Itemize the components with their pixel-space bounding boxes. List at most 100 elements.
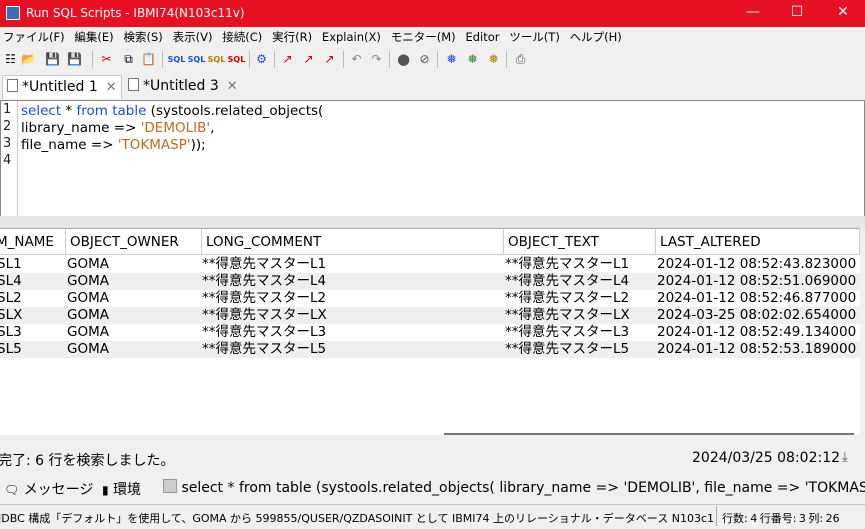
tab-statement[interactable]: select * from table (systools.related_ob… [163, 479, 865, 496]
table-cell: **得意先マスターL4 [202, 273, 327, 289]
column-header[interactable]: OBJECT_TEXT [504, 229, 656, 255]
tab-untitled-3[interactable]: *Untitled 3 ✕ [124, 75, 242, 98]
table-cell: 2024-01-12 08:52:49.134000 [657, 324, 857, 340]
script-tabs: *Untitled 1 ✕ *Untitled 3 ✕ [0, 73, 865, 100]
document-icon [128, 78, 139, 91]
toolbar-separator [162, 51, 163, 68]
table-cell: GOMA [67, 256, 109, 272]
table-cell: SL2 [0, 290, 22, 306]
column-header[interactable]: OBJECT_OWNER [66, 229, 202, 255]
menu-connection[interactable]: 接続(C) [219, 27, 265, 47]
monitor-start-icon[interactable]: ❅ [443, 51, 460, 68]
table-cell: 2024-01-12 08:52:46.877000 [657, 290, 857, 306]
status-row: 完了: 6 行を検索しました。 2024/03/25 08:02:12 ⤓ [0, 448, 865, 470]
run-selected-sql-icon[interactable]: SQL [207, 51, 226, 68]
toolbar-separator [92, 51, 93, 68]
connection-icon[interactable]: ⚙ [253, 51, 270, 68]
results-grid[interactable]: M_NAME OBJECT_OWNER LONG_COMMENT OBJECT_… [0, 228, 860, 435]
tab-untitled-1[interactable]: *Untitled 1 ✕ [2, 75, 122, 99]
monitor-pause-icon[interactable]: ❅ [464, 51, 481, 68]
table-row[interactable]: SL1 GOMA **得意先マスターL1 **得意先マスターL1 2024-01… [0, 256, 860, 273]
table-cell: SL4 [0, 273, 22, 289]
table-cell: **得意先マスターL2 [202, 290, 327, 306]
table-cell: **得意先マスターL4 [505, 273, 630, 289]
menu-view[interactable]: 表示(V) [170, 27, 216, 47]
cancel-icon[interactable]: ⊘ [416, 51, 433, 68]
table-cell: SL1 [0, 256, 22, 272]
download-icon[interactable]: ⤓ [842, 450, 848, 465]
horizontal-scrollbar[interactable] [444, 433, 854, 435]
close-window-button[interactable]: ✕ [821, 0, 865, 27]
menu-explain[interactable]: Explain(X) [319, 27, 384, 47]
code-text: library_name => [21, 120, 141, 136]
run-from-selected-sql-icon[interactable]: SQL [187, 51, 206, 68]
tab-environment[interactable]: ▮ 環境 [102, 479, 141, 499]
print-icon[interactable]: ⎙ [512, 51, 529, 68]
connection-status-bar: JDBC 構成「デフォルト」を使用して、GOMA から 599855/QUSER… [0, 504, 865, 529]
table-row[interactable]: SL5 GOMA **得意先マスターL5 **得意先マスターL5 2024-01… [0, 341, 860, 358]
menu-editor[interactable]: Editor [462, 27, 502, 47]
table-cell: GOMA [67, 290, 109, 306]
pane-splitter[interactable] [0, 216, 865, 228]
save-icon[interactable]: 💾 [44, 51, 61, 68]
tab-messages[interactable]: 🗨 メッセージ [4, 479, 93, 499]
column-header[interactable]: LONG_COMMENT [202, 229, 504, 255]
sql-editor[interactable]: 1 2 3 4 select * from table (systools.re… [0, 100, 865, 217]
new-file-icon[interactable]: ☷ [2, 51, 19, 68]
save-as-icon[interactable]: 💾 [66, 51, 83, 68]
menu-file[interactable]: ファイル(F) [0, 27, 68, 47]
menu-search[interactable]: 検索(S) [121, 27, 166, 47]
explain-run-icon[interactable]: ↗ [300, 51, 317, 68]
connection-info: JDBC 構成「デフォルト」を使用して、GOMA から 599855/QUSER… [0, 512, 714, 525]
record-icon[interactable]: ● [395, 51, 412, 68]
close-tab-icon[interactable]: ✕ [106, 80, 117, 95]
menu-tools[interactable]: ツール(T) [506, 27, 563, 47]
table-cell: **得意先マスターL3 [202, 324, 327, 340]
copy-icon[interactable]: ⧉ [120, 51, 137, 68]
table-cell: **得意先マスターL5 [505, 341, 630, 357]
menu-help[interactable]: ヘルプ(H) [567, 27, 625, 47]
document-icon [7, 79, 18, 92]
line-number-gutter: 1 2 3 4 [1, 101, 18, 216]
sql-keyword: select [21, 103, 62, 119]
cut-icon[interactable]: ✂ [98, 51, 115, 68]
status-message: 完了: 6 行を検索しました。 [0, 453, 175, 469]
toolbar-separator [343, 51, 344, 68]
undo-icon[interactable]: ↶ [348, 51, 365, 68]
column-header[interactable]: LAST_ALTERED [656, 229, 860, 255]
menu-monitor[interactable]: モニター(M) [388, 27, 459, 47]
code-area[interactable]: select * from table (systools.related_ob… [21, 103, 323, 171]
table-cell: 2024-01-12 08:52:53.189000 [657, 341, 857, 357]
paste-icon[interactable]: 📋 [140, 51, 157, 68]
table-row[interactable]: SL3 GOMA **得意先マスターL3 **得意先マスターL3 2024-01… [0, 324, 860, 341]
string-literal: 'TOKMASP' [117, 137, 191, 153]
stop-sql-icon[interactable]: SQL [227, 51, 246, 68]
table-row[interactable]: SL2 GOMA **得意先マスターL2 **得意先マスターL2 2024-01… [0, 290, 860, 307]
menu-edit[interactable]: 編集(E) [71, 27, 116, 47]
menu-run[interactable]: 実行(R) [269, 27, 315, 47]
close-tab-icon[interactable]: ✕ [227, 79, 238, 94]
open-folder-icon[interactable]: 📂 [20, 51, 37, 68]
explain-icon[interactable]: ↗ [279, 51, 296, 68]
column-header[interactable]: M_NAME [0, 229, 66, 255]
table-row[interactable]: SLX GOMA **得意先マスターLX **得意先マスターLX 2024-03… [0, 307, 860, 324]
table-cell: SL5 [0, 341, 22, 357]
redo-icon[interactable]: ↷ [368, 51, 385, 68]
table-cell: **得意先マスターLX [505, 307, 630, 323]
explain-options-icon[interactable]: ↗ [321, 51, 338, 68]
monitor-stop-icon[interactable]: ❅ [485, 51, 502, 68]
table-row[interactable]: SL4 GOMA **得意先マスターL4 **得意先マスターL4 2024-01… [0, 273, 860, 290]
maximize-button[interactable]: ☐ [775, 0, 819, 27]
status-divider [716, 506, 717, 526]
statement-icon [163, 479, 177, 493]
code-line: file_name => 'TOKMASP')); [21, 137, 323, 154]
table-cell: 2024-01-12 08:52:51.069000 [657, 273, 857, 289]
run-all-sql-icon[interactable]: SQL [167, 51, 186, 68]
table-cell: GOMA [67, 324, 109, 340]
minimize-button[interactable]: — [731, 0, 775, 27]
sql-keyword: from [76, 103, 108, 119]
code-text: * [61, 103, 77, 119]
phone-icon: ▮ [102, 483, 109, 497]
string-literal: 'DEMOLIB' [140, 120, 211, 136]
